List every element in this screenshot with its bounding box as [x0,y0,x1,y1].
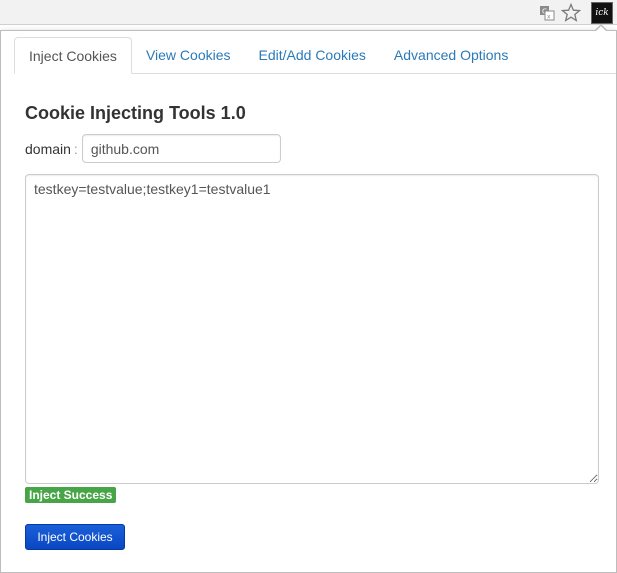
page-title: Cookie Injecting Tools 1.0 [25,103,246,123]
inject-cookies-button[interactable]: Inject Cookies [25,524,125,550]
domain-separator: : [73,140,78,157]
tab-advanced-options[interactable]: Advanced Options [380,37,522,73]
extension-icon[interactable]: ick [591,2,613,24]
domain-input[interactable] [81,134,281,163]
domain-label: domain [25,140,71,157]
svg-text:x: x [547,14,551,21]
domain-row: domain : [25,134,281,163]
bookmark-star-icon[interactable] [560,2,582,23]
extension-popup: Inject Cookies View Cookies Edit/Add Coo… [0,30,617,573]
popup-arrow-inner [595,26,607,32]
tab-edit-add-cookies[interactable]: Edit/Add Cookies [245,37,380,73]
tab-inject-cookies[interactable]: Inject Cookies [14,37,132,74]
toolbar-actions: G x ick [539,2,617,24]
translate-icon[interactable]: G x [539,5,555,21]
browser-toolbar: G x ick [0,0,617,25]
extension-badge-text: ick [595,8,609,18]
status-badge: Inject Success [25,487,117,503]
tab-bar: Inject Cookies View Cookies Edit/Add Coo… [14,37,616,74]
cookies-textarea[interactable]: testkey=testvalue;testkey1=testvalue1 [25,174,599,484]
tab-view-cookies[interactable]: View Cookies [132,37,245,73]
